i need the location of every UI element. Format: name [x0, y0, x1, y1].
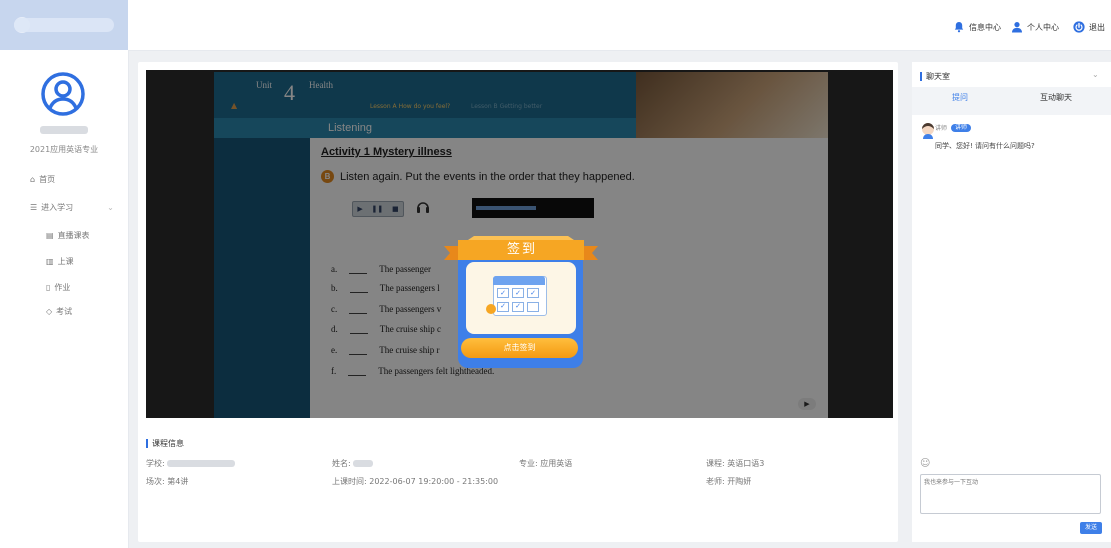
sidebar-item-study[interactable]: ☰ 进入学习 ⌄ [30, 202, 114, 213]
class-icon: ▥ [46, 257, 54, 266]
check-icon: ✓ [512, 301, 524, 312]
tab-ask[interactable]: 提问 [952, 92, 968, 103]
user-icon [1012, 22, 1022, 33]
calendar-grid: ✓ ✓ ✓ ✓ ✓ [497, 288, 543, 312]
chat-panel [912, 62, 1111, 542]
sidebar-item-label: 进入学习 [41, 203, 74, 212]
checkin-title: 签到 [506, 242, 537, 257]
major-field: 专业: 应用英语 [519, 459, 573, 468]
avatar[interactable] [41, 72, 85, 116]
book-icon: ▯ [46, 283, 51, 292]
sidebar-item-exam[interactable]: ◇ 考试 [46, 306, 72, 317]
chat-title-label: 聊天室 [926, 72, 950, 81]
course-info-label: 课程信息 [152, 439, 184, 448]
course-info-title: 课程信息 [146, 438, 184, 449]
chat-tabs [912, 87, 1111, 115]
name-label: 姓名: [332, 459, 351, 468]
profile-link[interactable]: 个人中心 [1011, 20, 1059, 34]
teacher-field: 老师: 开陶妍 [706, 477, 752, 486]
power-icon [1073, 21, 1085, 33]
logout-link[interactable]: 退出 [1073, 20, 1105, 34]
message-sender: 讲师 讲师 [935, 123, 972, 132]
message-center-link[interactable]: 信息中心 [953, 20, 1001, 34]
section-marker [146, 439, 148, 448]
check-icon: ✓ [497, 301, 509, 312]
empty-cell [527, 301, 539, 312]
role-badge: 讲师 [951, 123, 972, 132]
chevron-down-icon: ⌄ [107, 203, 114, 212]
send-button[interactable]: 发送 [1080, 522, 1102, 534]
session-field: 场次: 第4讲 [146, 477, 189, 486]
user-major: 2021应用英语专业 [29, 145, 99, 154]
section-marker [920, 72, 922, 81]
tab-interact[interactable]: 互动聊天 [1040, 92, 1072, 103]
teacher-avatar [922, 123, 934, 139]
menu-icon: ☰ [30, 203, 38, 212]
check-icon: ✓ [512, 288, 524, 298]
class-time-field: 上课时间: 2022-06-07 19:20:00 - 21:35:00 [332, 477, 499, 486]
check-icon: ✓ [497, 288, 509, 298]
checkin-button[interactable]: 点击签到 [461, 338, 578, 358]
sender-name: 讲师 [935, 125, 948, 132]
name-field: 姓名: [332, 458, 374, 469]
sidebar-item-live-schedule[interactable]: ▤ 直播课表 [46, 230, 90, 241]
calendar-header [493, 276, 545, 285]
chat-input[interactable] [920, 474, 1101, 514]
sidebar-item-class[interactable]: ▥ 上课 [46, 256, 74, 267]
sidebar-item-label: 考试 [56, 307, 73, 316]
calendar-icon: ▤ [46, 231, 54, 240]
sidebar-item-label: 首页 [39, 175, 56, 184]
logo-text-blurred [14, 18, 114, 32]
bell-icon [954, 22, 964, 33]
sidebar-item-homework[interactable]: ▯ 作业 [46, 282, 70, 293]
name-value-blurred [353, 460, 374, 467]
home-icon: ⌂ [30, 175, 36, 184]
school-field: 学校: [146, 458, 236, 469]
sidebar-item-label: 直播课表 [57, 231, 90, 240]
sidebar [0, 50, 129, 548]
sidebar-item-label: 作业 [54, 283, 71, 292]
chevron-down-icon[interactable]: ⌄ [1092, 70, 1099, 79]
shield-icon: ◇ [46, 307, 53, 316]
emoji-icon[interactable]: ☺ [920, 458, 930, 469]
logout-label: 退出 [1089, 22, 1105, 32]
sidebar-item-label: 上课 [57, 257, 74, 266]
school-value-blurred [167, 460, 236, 467]
user-name-blurred [40, 126, 88, 134]
course-field: 课程: 英语口语3 [706, 459, 765, 468]
school-label: 学校: [146, 459, 165, 468]
check-icon: ✓ [527, 288, 539, 298]
sidebar-item-home[interactable]: ⌂ 首页 [30, 174, 55, 185]
message-center-label: 信息中心 [969, 22, 1001, 32]
chat-title: 聊天室 [920, 71, 950, 82]
profile-label: 个人中心 [1027, 22, 1059, 32]
message-text: 同学、您好! 请问有什么问题吗? [935, 142, 1035, 150]
coin-icon [486, 304, 496, 314]
